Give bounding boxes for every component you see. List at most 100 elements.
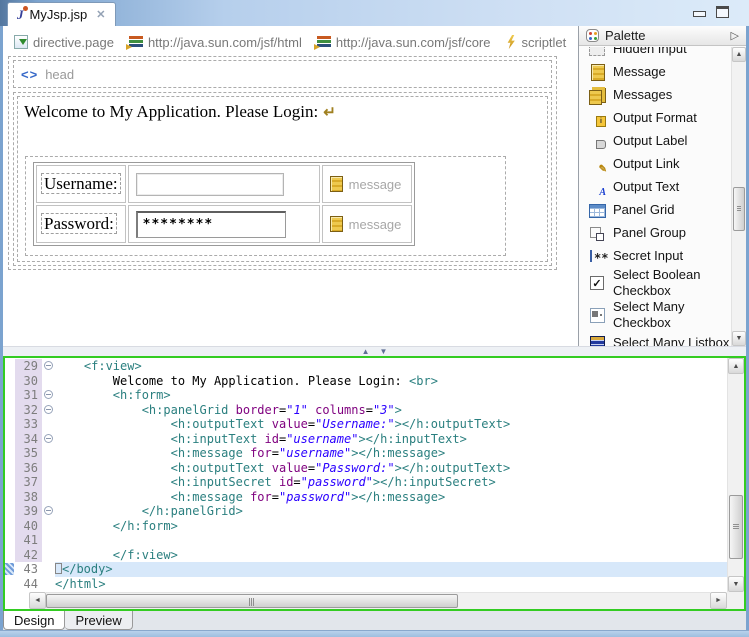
code-line[interactable]: 31 <h:form> — [5, 388, 727, 403]
collapse-icon[interactable] — [44, 506, 53, 515]
code-text[interactable]: </h:panelGrid> — [55, 504, 727, 519]
code-line[interactable]: 41 — [5, 533, 727, 548]
code-line[interactable]: 39 </h:panelGrid> — [5, 504, 727, 519]
code-text[interactable]: </f:view> — [55, 548, 727, 563]
welcome-text-block[interactable]: Welcome to My Application. Please Login:… — [24, 102, 336, 122]
message-cell[interactable]: message — [322, 165, 412, 203]
code-text[interactable]: <h:outputText value="Username:"></h:outp… — [55, 417, 727, 432]
fold-column[interactable] — [42, 403, 55, 418]
palette-item[interactable]: Message — [579, 60, 731, 83]
mode-tab[interactable]: Design — [3, 611, 65, 630]
palette-item[interactable]: Panel Group — [579, 221, 731, 244]
fold-column[interactable] — [42, 533, 55, 548]
palette-item[interactable]: Select Many Listbox — [579, 331, 731, 346]
code-line[interactable]: 37 <h:inputSecret id="password"></h:inpu… — [5, 475, 727, 490]
output-text-label[interactable]: Password: — [41, 213, 117, 234]
code-line[interactable]: 40 </h:form> — [5, 519, 727, 534]
collapse-icon[interactable] — [44, 390, 53, 399]
fold-column[interactable] — [42, 432, 55, 447]
toolbar-item[interactable]: http://java.sun.com/jsf/html — [129, 35, 302, 50]
source-editor-pane[interactable]: 29 <f:view> 30 Welcome to My Application… — [3, 356, 746, 611]
code-line[interactable]: 36 <h:outputText value="Password:"></h:o… — [5, 461, 727, 476]
vertical-scrollbar[interactable]: ▲ ▼ — [727, 358, 744, 592]
code-line[interactable]: 42 </f:view> — [5, 548, 727, 563]
code-text[interactable]: <h:inputText id="username"></h:inputText… — [55, 432, 727, 447]
code-text[interactable]: <f:view> — [55, 359, 727, 374]
sash-down-icon[interactable]: ▼ — [380, 348, 388, 356]
palette-item[interactable]: Output Label — [579, 129, 731, 152]
palette-item[interactable]: Output Format — [579, 106, 731, 129]
panel-grid-table[interactable]: Username: message Password: — [33, 162, 415, 246]
collapse-icon[interactable] — [44, 434, 53, 443]
code-text[interactable]: <h:outputText value="Password:"></h:outp… — [55, 461, 727, 476]
fold-column[interactable] — [42, 374, 55, 389]
palette-item[interactable]: Select Many Checkbox — [579, 299, 731, 331]
palette-item[interactable]: Panel Grid — [579, 198, 731, 221]
scroll-down-icon[interactable]: ▼ — [732, 331, 746, 346]
palette-header[interactable]: Palette ▷ — [579, 26, 746, 46]
code-text[interactable]: <h:message for="password"></h:message> — [55, 490, 727, 505]
fold-column[interactable] — [42, 388, 55, 403]
palette-item[interactable]: Secret Input — [579, 244, 731, 267]
split-sash[interactable]: ▲ ▼ — [3, 346, 746, 356]
label-cell[interactable]: Username: — [36, 165, 126, 203]
code-line[interactable]: 44 </html> — [5, 577, 727, 592]
code-text[interactable]: </html> — [55, 577, 727, 592]
scroll-left-icon[interactable]: ◄ — [29, 592, 46, 609]
fold-column[interactable] — [42, 446, 55, 461]
code-text[interactable]: <h:form> — [55, 388, 727, 403]
code-line[interactable]: 35 <h:message for="username"></h:message… — [5, 446, 727, 461]
fold-column[interactable] — [42, 504, 55, 519]
input-cell[interactable] — [128, 165, 320, 203]
code-text[interactable]: <h:inputSecret id="password"></h:inputSe… — [55, 475, 727, 490]
toolbar-item[interactable]: http://java.sun.com/jsf/core — [317, 35, 491, 50]
form-input-field[interactable] — [136, 211, 286, 238]
fold-column[interactable] — [42, 562, 55, 577]
scroll-right-icon[interactable]: ► — [710, 592, 727, 609]
fold-column[interactable] — [42, 490, 55, 505]
mode-tab[interactable]: Preview — [65, 611, 132, 630]
toolbar-item[interactable]: directive.page — [14, 35, 114, 50]
horizontal-scrollbar-track[interactable] — [46, 592, 710, 609]
message-cell[interactable]: message — [322, 205, 412, 243]
sash-up-icon[interactable]: ▲ — [362, 348, 370, 356]
document-tab-myjsp[interactable]: J MyJsp.jsp ✕ — [7, 2, 116, 26]
palette-item[interactable]: Output Text — [579, 175, 731, 198]
fold-column[interactable] — [42, 475, 55, 490]
label-cell[interactable]: Password: — [36, 205, 126, 243]
code-text[interactable]: </body> — [55, 562, 727, 577]
palette-scrollbar[interactable]: ▲ ▼ — [731, 47, 746, 346]
palette-item[interactable]: Hidden Input — [579, 47, 731, 60]
fold-column[interactable] — [42, 359, 55, 374]
code-line[interactable]: 33 <h:outputText value="Username:"></h:o… — [5, 417, 727, 432]
maximize-icon[interactable] — [716, 6, 729, 18]
code-area[interactable]: 29 <f:view> 30 Welcome to My Application… — [5, 358, 727, 592]
collapse-icon[interactable] — [44, 405, 53, 414]
code-line[interactable]: 30 Welcome to My Application. Please Log… — [5, 374, 727, 389]
palette-scrollbar-thumb[interactable] — [733, 187, 745, 231]
code-text[interactable]: </h:form> — [55, 519, 727, 534]
fold-column[interactable] — [42, 461, 55, 476]
scroll-up-icon[interactable]: ▲ — [728, 358, 744, 374]
fold-column[interactable] — [42, 577, 55, 592]
code-text[interactable] — [55, 533, 727, 548]
code-line[interactable]: 43 </body> — [5, 562, 727, 577]
head-element[interactable]: <> head — [13, 60, 552, 88]
palette-item[interactable]: Output Link — [579, 152, 731, 175]
code-line[interactable]: 34 <h:inputText id="username"></h:inputT… — [5, 432, 727, 447]
code-line[interactable]: 29 <f:view> — [5, 359, 727, 374]
chevron-right-icon[interactable]: ▷ — [731, 29, 739, 42]
close-icon[interactable]: ✕ — [96, 8, 105, 21]
fold-column[interactable] — [42, 548, 55, 563]
input-cell[interactable] — [128, 205, 320, 243]
toolbar-item[interactable]: scriptlet — [505, 35, 566, 50]
minimize-icon[interactable] — [693, 11, 706, 17]
fold-column[interactable] — [42, 417, 55, 432]
code-text[interactable]: <h:panelGrid border="1" columns="3"> — [55, 403, 727, 418]
form-input-field[interactable] — [136, 173, 284, 196]
fold-column[interactable] — [42, 519, 55, 534]
horizontal-scrollbar-thumb[interactable] — [46, 594, 458, 608]
output-text-label[interactable]: Username: — [41, 173, 121, 194]
palette-item[interactable]: Select Boolean Checkbox — [579, 267, 731, 299]
code-text[interactable]: Welcome to My Application. Please Login:… — [55, 374, 727, 389]
